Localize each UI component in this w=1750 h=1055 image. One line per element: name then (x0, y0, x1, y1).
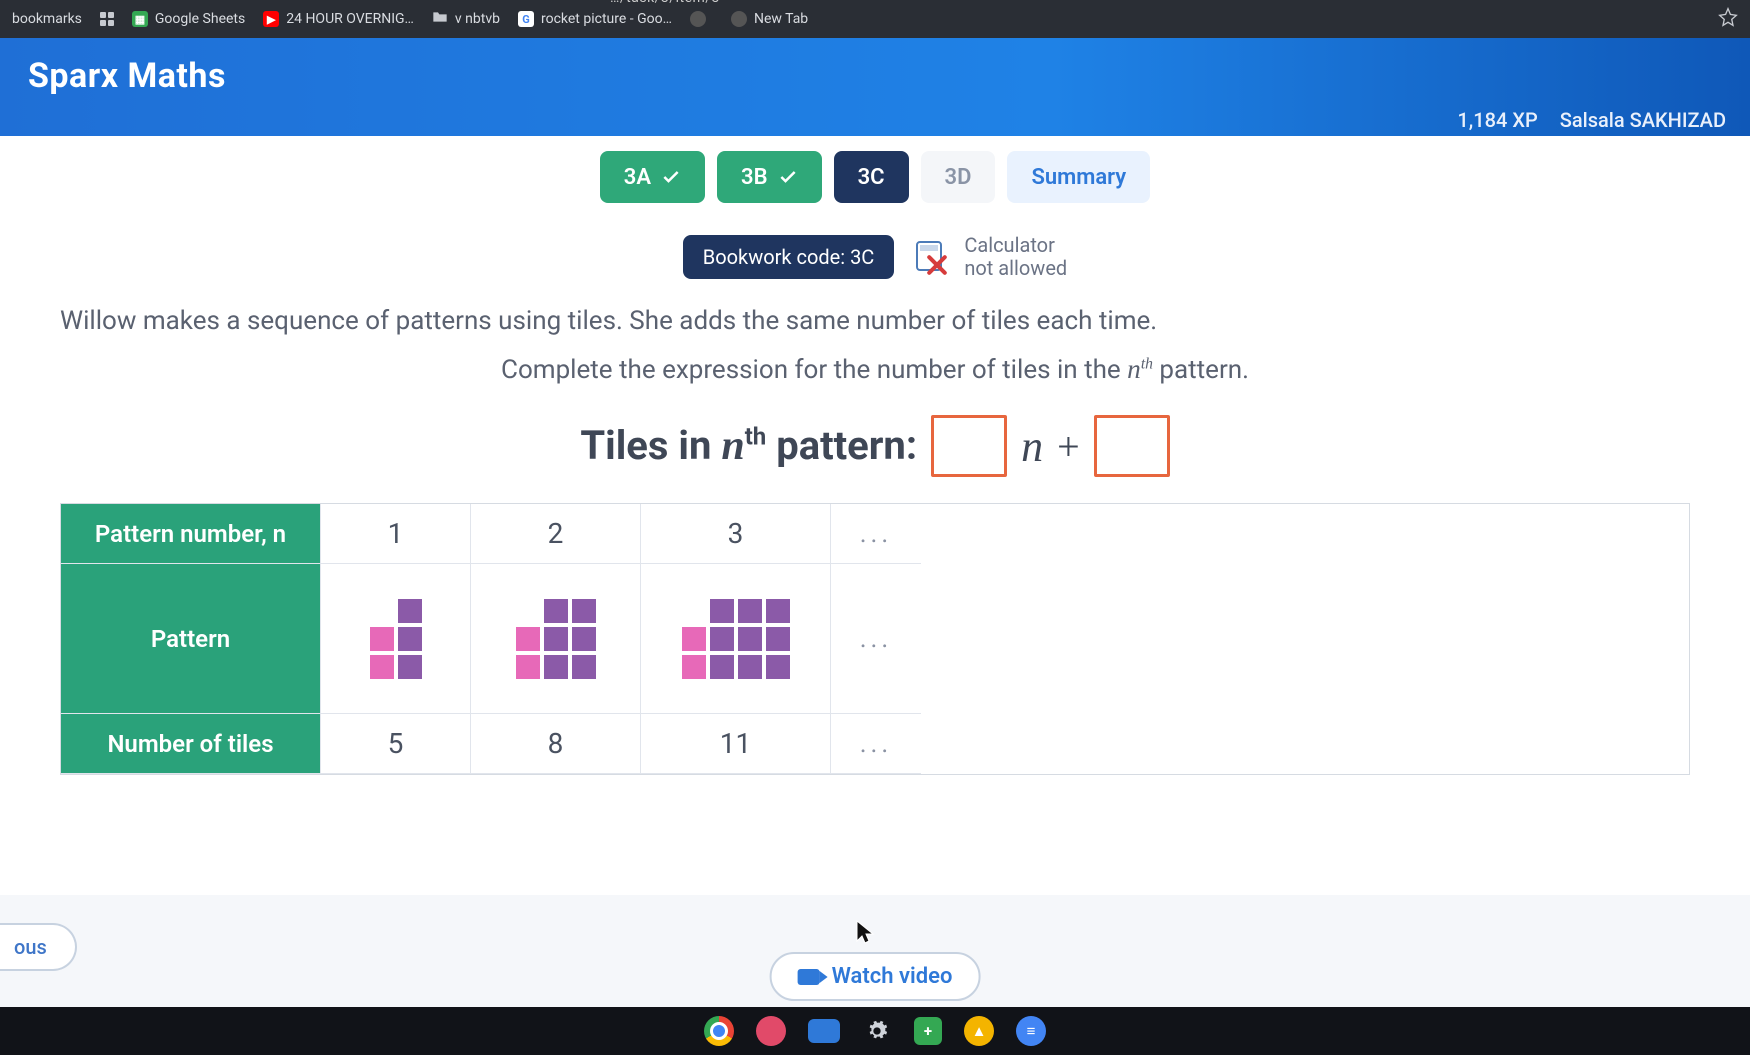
bookmark-new-tab[interactable]: New Tab (731, 11, 808, 27)
tab-3d[interactable]: 3D (921, 151, 996, 203)
bookmark-label: v nbtvb (455, 11, 500, 27)
tab-label: 3B (741, 165, 768, 190)
bookmark-folder[interactable]: v nbtvb (432, 10, 500, 28)
watch-video-button[interactable]: Watch video (770, 952, 981, 1001)
tiles-1: 5 (321, 714, 471, 774)
expr-post: pattern: (766, 422, 917, 469)
bookmark-youtube[interactable]: ▶ 24 HOUR OVERNIG… (263, 11, 414, 27)
row-header-tile-count: Number of tiles (61, 714, 321, 774)
row-header-pattern: Pattern (61, 564, 321, 714)
calc-line2: not allowed (964, 256, 1067, 280)
task-tabs: 3A 3B 3C 3D Summary (0, 136, 1750, 208)
user-name[interactable]: Salsala SAKHIZAD (1560, 108, 1726, 132)
calc-line1: Calculator (964, 233, 1055, 257)
tiles-dots: ... (831, 714, 921, 774)
pattern-table: Pattern number, n 1 2 3 ... Pattern (60, 503, 1690, 775)
check-icon (661, 167, 681, 187)
tab-3c[interactable]: 3C (834, 151, 909, 203)
row-header-pattern-number: Pattern number, n (61, 504, 321, 564)
col-2-header: 2 (471, 504, 641, 564)
question-meta: Bookwork code: 3C Calculator not allowed (60, 234, 1690, 280)
pattern-2 (471, 564, 641, 714)
os-taskbar: + ▲ ≡ (0, 1007, 1750, 1055)
bookmark-google-search[interactable]: G rocket picture - Goo… (518, 11, 672, 27)
tab-label: 3A (624, 165, 651, 190)
app-icon[interactable]: ≡ (1016, 1016, 1046, 1046)
tab-label: 3C (858, 165, 885, 190)
drive-icon[interactable]: ▲ (964, 1016, 994, 1046)
user-area: 1,184 XP Salsala SAKHIZAD (1457, 108, 1726, 132)
col-1-header: 1 (321, 504, 471, 564)
youtube-icon: ▶ (263, 11, 279, 27)
bookmark-label: New Tab (754, 11, 808, 27)
bookwork-code-badge: Bookwork code: 3C (683, 235, 895, 279)
tab-summary[interactable]: Summary (1007, 151, 1150, 203)
expr-plus: + (1057, 423, 1080, 470)
calculator-status: Calculator not allowed (916, 234, 1067, 280)
col-dots-header: ... (831, 504, 921, 564)
app-icon[interactable]: + (914, 1017, 942, 1045)
answer-box-constant[interactable] (1094, 415, 1170, 477)
tab-label: 3D (945, 165, 972, 190)
bookmark-label: 24 HOUR OVERNIG… (286, 11, 414, 27)
tiles-3: 11 (641, 714, 831, 774)
bookmark-site[interactable] (690, 11, 713, 27)
pattern-3 (641, 564, 831, 714)
pattern-1 (321, 564, 471, 714)
question-area: Bookwork code: 3C Calculator not allowed… (0, 208, 1750, 895)
col-3-header: 3 (641, 504, 831, 564)
video-icon (798, 969, 820, 985)
question-line2-pre: Complete the expression for the number o… (501, 355, 1127, 385)
tiles-2: 8 (471, 714, 641, 774)
calculator-not-allowed-icon (916, 239, 952, 275)
site-icon (690, 11, 706, 27)
pattern-dots: ... (831, 564, 921, 714)
apps-grid-icon[interactable] (100, 12, 114, 26)
star-icon[interactable] (1718, 7, 1738, 31)
bookmarks-bar: bookmarks ▦ Google Sheets ▶ 24 HOUR OVER… (0, 0, 1750, 38)
expr-n: n (1021, 421, 1043, 472)
watch-video-label: Watch video (832, 964, 953, 989)
tab-3b[interactable]: 3B (717, 151, 822, 203)
previous-button[interactable]: ous (0, 923, 77, 971)
sheets-icon: ▦ (132, 11, 148, 27)
xp-count: 1,184 XP (1457, 108, 1537, 132)
url-fragment: …/task/3/item/3 (610, 0, 720, 6)
answer-box-coefficient[interactable] (931, 415, 1007, 477)
expression-row: Tiles in nth pattern: n + (60, 415, 1690, 477)
bookmarks-label: bookmarks (12, 11, 82, 27)
question-line2-post: pattern. (1153, 355, 1249, 385)
expr-pre: Tiles in (580, 422, 721, 469)
chrome-icon[interactable] (704, 1016, 734, 1046)
settings-icon[interactable] (862, 1016, 892, 1046)
tab-3a[interactable]: 3A (600, 151, 705, 203)
site-icon (731, 11, 747, 27)
question-line1: Willow makes a sequence of patterns usin… (60, 306, 1690, 336)
app-icon[interactable] (756, 1016, 786, 1046)
app-header: Sparx Maths 1,184 XP Salsala SAKHIZAD (0, 38, 1750, 136)
bookmark-google-sheets[interactable]: ▦ Google Sheets (132, 11, 245, 27)
google-icon: G (518, 11, 534, 27)
app-icon[interactable] (808, 1019, 840, 1043)
check-icon (778, 167, 798, 187)
cursor-icon (855, 919, 875, 945)
question-line2: Complete the expression for the number o… (60, 354, 1690, 385)
folder-icon (432, 10, 448, 28)
bookmark-label: rocket picture - Goo… (541, 11, 672, 27)
tab-label: Summary (1031, 165, 1126, 190)
bookmark-label: Google Sheets (155, 11, 245, 27)
app-title: Sparx Maths (28, 56, 226, 96)
expression-label: Tiles in nth pattern: (580, 422, 917, 470)
